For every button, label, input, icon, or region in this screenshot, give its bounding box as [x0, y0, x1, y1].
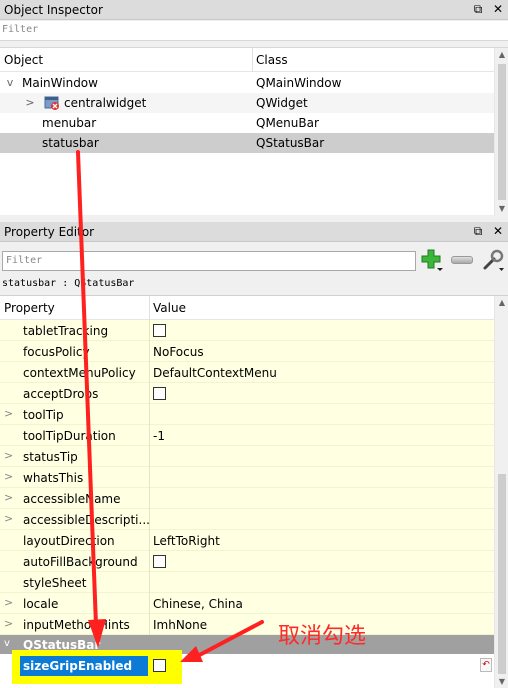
property-name: styleSheet [23, 576, 87, 590]
property-row-accessibleName[interactable]: > accessibleName [0, 488, 494, 509]
property-row-toolTipDuration[interactable]: toolTipDuration -1 [0, 425, 494, 446]
expand-arrow-icon[interactable]: > [4, 491, 13, 504]
scroll-thumb[interactable] [498, 474, 506, 674]
property-checkbox[interactable] [153, 387, 166, 400]
property-value[interactable]: LeftToRight [153, 534, 220, 548]
float-icon[interactable]: ⧉ [472, 224, 484, 239]
tree-row-mainwindow[interactable]: v MainWindow QMainWindow [0, 73, 494, 93]
property-row-accessibleDescription[interactable]: > accessibleDescripti... [0, 509, 494, 530]
property-checkbox[interactable] [153, 324, 166, 337]
object-name: MainWindow [22, 76, 98, 90]
property-grid-header: Property Value [0, 296, 494, 320]
property-filter-input[interactable]: Filter [2, 251, 416, 271]
property-row-contextMenuPolicy[interactable]: contextMenuPolicy DefaultContextMenu [0, 362, 494, 383]
property-name: inputMethodHints [23, 618, 130, 632]
tree-row-menubar[interactable]: menubar QMenuBar [0, 113, 494, 133]
property-name: layoutDirection [23, 534, 115, 548]
selected-object-label: statusbar : QStatusBar [2, 278, 135, 289]
property-row-locale[interactable]: > locale Chinese, China [0, 593, 494, 614]
property-name: contextMenuPolicy [23, 366, 136, 380]
add-property-icon[interactable] [420, 248, 444, 272]
annotation-text: 取消勾选 [278, 624, 367, 649]
property-row-inputMethodHints[interactable]: > inputMethodHints ImhNone [0, 614, 494, 635]
tree-row-centralwidget[interactable]: > centralwidget QWidget [0, 93, 494, 113]
expand-arrow-icon[interactable]: > [4, 470, 13, 483]
object-filter-placeholder: Filter [2, 24, 39, 35]
property-name: accessibleDescripti... [23, 513, 150, 527]
object-name: centralwidget [64, 96, 147, 110]
collapse-arrow-icon[interactable]: > [24, 96, 36, 109]
property-value[interactable]: DefaultContextMenu [153, 366, 277, 380]
expand-arrow-icon[interactable]: > [4, 617, 13, 630]
object-filter-input[interactable]: Filter [0, 21, 508, 41]
object-inspector-title: Object Inspector [4, 3, 103, 17]
tree-row-statusbar[interactable]: statusbar QStatusBar [0, 133, 494, 153]
property-name: whatsThis [23, 471, 84, 485]
scroll-up-icon[interactable]: ▲ [495, 48, 508, 62]
property-name: autoFillBackground [23, 555, 138, 569]
object-class: QStatusBar [256, 136, 325, 150]
property-name: accessibleName [23, 492, 121, 506]
property-name: locale [23, 597, 59, 611]
property-row-acceptDrops[interactable]: acceptDrops [0, 383, 494, 404]
column-property[interactable]: Property [4, 301, 55, 315]
property-row-focusPolicy[interactable]: focusPolicy NoFocus [0, 341, 494, 362]
property-name: tabletTracking [23, 324, 109, 338]
object-inspector-titlebar: Object Inspector ⧉ ✕ [0, 0, 508, 20]
size-grip-checkbox[interactable] [153, 659, 166, 672]
column-object[interactable]: Object [4, 53, 43, 67]
object-class: QWidget [256, 96, 308, 110]
object-tree-header: Object Class [0, 48, 494, 72]
property-value[interactable]: Chinese, China [153, 597, 243, 611]
scroll-thumb[interactable] [498, 64, 506, 200]
property-value[interactable]: ImhNone [153, 618, 207, 632]
property-row-whatsThis[interactable]: > whatsThis [0, 467, 494, 488]
property-name: toolTip [23, 408, 64, 422]
property-name: statusTip [23, 450, 78, 464]
close-icon[interactable]: ✕ [492, 224, 504, 239]
property-value[interactable]: -1 [153, 429, 165, 443]
property-row-autoFillBackground[interactable]: autoFillBackground [0, 551, 494, 572]
property-name: focusPolicy [23, 345, 90, 359]
property-row-layoutDirection[interactable]: layoutDirection LeftToRight [0, 530, 494, 551]
object-name: statusbar [42, 136, 99, 150]
expand-arrow-icon[interactable]: > [4, 596, 13, 609]
object-name: menubar [42, 116, 97, 130]
expand-arrow-icon[interactable]: v [4, 76, 16, 89]
property-editor-title: Property Editor [4, 225, 95, 239]
expand-arrow-icon[interactable]: > [4, 407, 13, 420]
scroll-up-icon[interactable]: ▲ [495, 296, 508, 310]
scroll-down-icon[interactable]: ▼ [495, 202, 508, 216]
property-checkbox[interactable] [153, 555, 166, 568]
widget-icon [44, 96, 59, 110]
property-editor-titlebar: Property Editor ⧉ ✕ [0, 222, 508, 242]
column-value[interactable]: Value [153, 301, 186, 315]
property-grid-scrollbar[interactable]: ▲ ▼ [494, 296, 508, 688]
property-value[interactable]: NoFocus [153, 345, 204, 359]
property-row-styleSheet[interactable]: styleSheet [0, 572, 494, 593]
property-row-toolTip[interactable]: > toolTip [0, 404, 494, 425]
close-icon[interactable]: ✕ [492, 2, 504, 17]
property-name: acceptDrops [23, 387, 99, 401]
remove-property-icon[interactable] [451, 256, 473, 264]
expand-arrow-icon[interactable]: > [4, 449, 13, 462]
object-tree-scrollbar[interactable]: ▲ ▼ [494, 48, 508, 216]
object-class: QMainWindow [256, 76, 342, 90]
expand-arrow-icon[interactable]: > [4, 512, 13, 525]
property-row-tabletTracking[interactable]: tabletTracking [0, 320, 494, 341]
group-expand-icon[interactable]: v [4, 638, 10, 649]
float-icon[interactable]: ⧉ [472, 2, 484, 17]
object-tree[interactable]: Object Class v MainWindow QMainWindow > … [0, 47, 508, 216]
column-class[interactable]: Class [256, 53, 288, 67]
configure-wrench-icon[interactable] [481, 248, 505, 272]
property-name-highlighted: sizeGripEnabled [20, 656, 148, 676]
object-class: QMenuBar [256, 116, 319, 130]
property-filter-placeholder: Filter [6, 255, 43, 266]
property-name: toolTipDuration [23, 429, 116, 443]
reset-icon[interactable]: ↶ [480, 658, 492, 672]
property-row-statusTip[interactable]: > statusTip [0, 446, 494, 467]
scroll-down-icon[interactable]: ▼ [495, 675, 508, 688]
